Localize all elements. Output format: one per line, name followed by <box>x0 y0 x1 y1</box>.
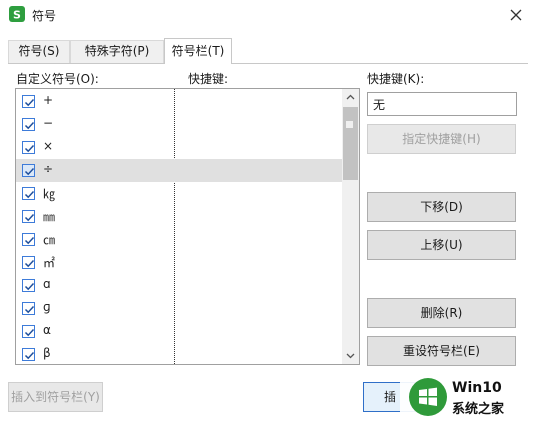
symbol-text: α <box>43 323 51 337</box>
scroll-down-button[interactable] <box>342 347 359 364</box>
windows-logo-icon <box>409 378 447 416</box>
tab-divider <box>8 63 528 64</box>
svg-text:S: S <box>13 9 21 22</box>
symbol-text: ÷ <box>43 162 54 176</box>
symbol-checkbox[interactable] <box>22 118 35 131</box>
reset-symbol-bar-button[interactable]: 重设符号栏(E) <box>367 336 516 366</box>
hotkey-label: 快捷键(K): <box>367 72 425 86</box>
symbol-checkbox[interactable] <box>22 141 35 154</box>
symbol-row[interactable]: × <box>16 136 342 159</box>
symbol-row[interactable]: ㎜ <box>16 205 342 228</box>
symbol-checkbox[interactable] <box>22 256 35 269</box>
chevron-up-icon <box>346 94 355 100</box>
assign-shortcut-button[interactable]: 指定快捷键(H) <box>367 124 516 154</box>
symbol-text: ɡ <box>43 300 51 314</box>
checkmark-icon <box>24 328 35 337</box>
checkmark-icon <box>24 236 35 245</box>
insert-to-symbol-bar-button[interactable]: 插入到符号栏(Y) <box>8 382 103 412</box>
checkmark-icon <box>24 351 35 360</box>
symbol-text: ㎝ <box>43 233 56 247</box>
symbol-text: ㎡ <box>43 256 56 270</box>
delete-button[interactable]: 删除(R) <box>367 298 516 328</box>
symbol-text: − <box>43 116 54 130</box>
symbol-checkbox[interactable] <box>22 95 35 108</box>
symbol-row[interactable]: ɡ <box>16 297 342 320</box>
close-button[interactable] <box>505 4 527 26</box>
symbol-checkbox[interactable] <box>22 233 35 246</box>
symbol-text: + <box>43 93 54 107</box>
close-icon <box>510 9 522 21</box>
checkmark-icon <box>24 190 35 199</box>
symbol-row[interactable]: − <box>16 113 342 136</box>
symbol-row[interactable]: ÷ <box>16 159 342 182</box>
watermark-line2: 系统之家 <box>452 402 505 417</box>
checkmark-icon <box>24 98 35 107</box>
checkmark-icon <box>24 144 35 153</box>
tab-symbols[interactable]: 符号(S) <box>8 40 70 63</box>
symbol-row[interactable]: β <box>16 343 342 364</box>
scroll-thumb[interactable] <box>343 107 358 180</box>
window-title: 符号 <box>32 9 57 23</box>
symbol-checkbox[interactable] <box>22 279 35 292</box>
shortcut-column-label: 快捷键: <box>188 72 229 86</box>
symbol-checkbox[interactable] <box>22 302 35 315</box>
checkmark-icon <box>24 213 35 222</box>
symbol-row[interactable]: ㎏ <box>16 182 342 205</box>
tab-symbol-bar[interactable]: 符号栏(T) <box>164 38 232 64</box>
symbol-checkbox[interactable] <box>22 325 35 338</box>
tab-special-chars[interactable]: 特殊字符(P) <box>70 40 164 63</box>
title-bar: S 符号 <box>0 0 535 30</box>
symbol-row[interactable]: ㎝ <box>16 228 342 251</box>
custom-symbols-label: 自定义符号(O): <box>16 72 99 86</box>
symbol-checkbox[interactable] <box>22 164 35 177</box>
hotkey-field[interactable]: 无 <box>367 92 517 116</box>
checkmark-icon <box>24 121 35 130</box>
symbol-text: × <box>43 139 54 153</box>
symbol-row[interactable]: + <box>16 90 342 113</box>
scroll-thumb-grip <box>346 121 353 128</box>
symbol-list[interactable]: + − × ÷ ㎏㎜㎝㎡ ɑ ɡ α β <box>15 88 360 365</box>
symbol-row[interactable]: ㎡ <box>16 251 342 274</box>
win10-watermark: Win10 系统之家 <box>400 372 535 422</box>
symbol-row[interactable]: α <box>16 320 342 343</box>
symbol-checkbox[interactable] <box>22 210 35 223</box>
symbol-text: ㎏ <box>43 187 56 201</box>
symbol-row[interactable]: ɑ <box>16 274 342 297</box>
checkmark-icon <box>24 259 35 268</box>
symbol-text: ɑ <box>43 277 51 291</box>
move-down-button[interactable]: 下移(D) <box>367 192 516 222</box>
checkmark-icon <box>24 305 35 314</box>
tab-strip: 符号(S) 特殊字符(P) 符号栏(T) <box>8 38 528 64</box>
watermark-line1: Win10 <box>452 380 502 396</box>
symbol-text: ㎜ <box>43 210 56 224</box>
symbol-checkbox[interactable] <box>22 348 35 361</box>
list-scrollbar[interactable] <box>342 89 359 364</box>
wps-app-icon: S <box>9 6 25 22</box>
move-up-button[interactable]: 上移(U) <box>367 230 516 260</box>
symbol-text: β <box>43 346 51 360</box>
symbol-checkbox[interactable] <box>22 187 35 200</box>
checkmark-icon <box>24 167 35 176</box>
checkmark-icon <box>24 282 35 291</box>
scroll-up-button[interactable] <box>342 89 359 106</box>
chevron-down-icon <box>346 353 355 359</box>
